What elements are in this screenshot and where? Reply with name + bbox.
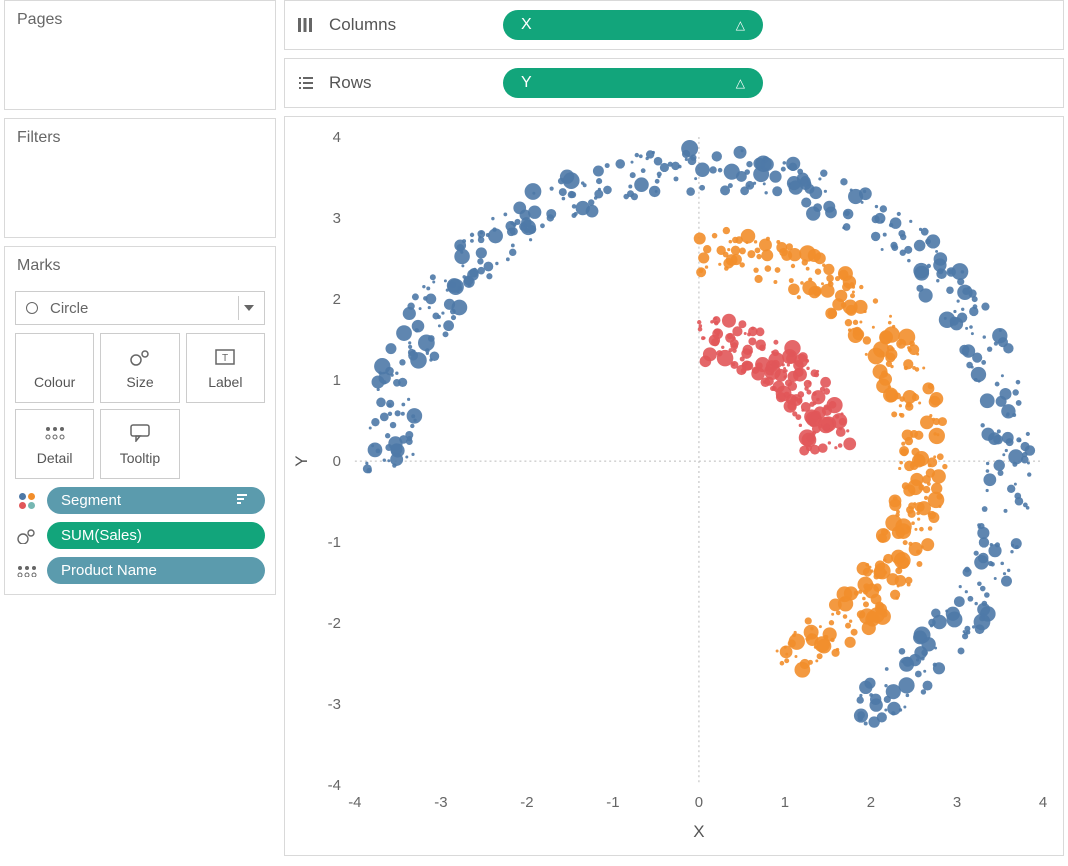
pages-panel: Pages [4, 0, 276, 110]
columns-shelf[interactable]: Columns X △ [284, 0, 1064, 50]
scatter-chart[interactable]: -4 -3 -2 -1 0 1 2 3 4 -4 -3 -2 -1 0 1 2 3 4 X Y [285, 117, 1063, 855]
size-card[interactable]: Size [100, 333, 179, 403]
columns-field-pill[interactable]: X △ [503, 10, 763, 40]
size-label: Size [126, 374, 153, 390]
chevron-down-icon [238, 296, 258, 320]
rows-field-label: Y [521, 74, 532, 92]
filters-panel: Filters [4, 118, 276, 238]
svg-text:-1: -1 [606, 794, 619, 811]
columns-label: Columns [329, 15, 489, 35]
rows-shelf[interactable]: Rows Y △ [284, 58, 1064, 108]
svg-text:2: 2 [333, 291, 341, 308]
columns-field-label: X [521, 16, 532, 34]
marks-panel: Marks Circle Colour [4, 246, 276, 595]
label-card[interactable]: T Label [186, 333, 265, 403]
svg-text:X: X [693, 822, 704, 841]
svg-text:-2: -2 [328, 615, 341, 632]
svg-text:1: 1 [333, 372, 341, 389]
size-field-pill[interactable]: SUM(Sales) [47, 522, 265, 549]
detail-label: Detail [37, 450, 73, 466]
columns-icon [295, 17, 315, 33]
colour-field-label: Segment [61, 492, 121, 509]
rows-icon [295, 75, 315, 91]
svg-text:2: 2 [867, 794, 875, 811]
tooltip-label: Tooltip [120, 450, 160, 466]
label-icon: T [214, 346, 236, 368]
colour-card[interactable]: Colour [15, 333, 94, 403]
delta-icon: △ [736, 76, 745, 90]
svg-text:-4: -4 [328, 777, 341, 794]
colour-field-pill[interactable]: Segment [47, 487, 265, 514]
svg-text:1: 1 [781, 794, 789, 811]
svg-text:-1: -1 [328, 534, 341, 551]
svg-text:-4: -4 [348, 794, 361, 811]
pages-title: Pages [5, 1, 275, 39]
tooltip-card[interactable]: Tooltip [100, 409, 179, 479]
svg-text:-3: -3 [328, 696, 341, 713]
filters-title: Filters [5, 119, 275, 157]
svg-text:-2: -2 [520, 794, 533, 811]
colour-label: Colour [34, 374, 75, 390]
marks-title: Marks [5, 247, 275, 285]
detail-field-label: Product Name [61, 562, 157, 579]
svg-text:3: 3 [953, 794, 961, 811]
svg-text:T: T [222, 353, 228, 364]
sort-icon [237, 492, 251, 509]
rows-field-pill[interactable]: Y △ [503, 68, 763, 98]
detail-card[interactable]: Detail [15, 409, 94, 479]
mark-type-label: Circle [50, 300, 88, 317]
tooltip-icon [129, 422, 151, 444]
size-icon [129, 346, 151, 368]
colour-icon [44, 346, 66, 368]
detail-field-pill[interactable]: Product Name [47, 557, 265, 584]
detail-icon [44, 422, 66, 444]
chart-panel: -4 -3 -2 -1 0 1 2 3 4 -4 -3 -2 -1 0 1 2 3 4 X Y [284, 116, 1064, 856]
rows-label: Rows [329, 73, 489, 93]
label-label: Label [208, 374, 242, 390]
mark-type-dropdown[interactable]: Circle [15, 291, 265, 325]
size-icon [15, 528, 39, 544]
size-field-label: SUM(Sales) [61, 527, 142, 544]
colour-icon [15, 493, 39, 509]
svg-text:0: 0 [333, 453, 341, 470]
svg-text:4: 4 [1039, 794, 1047, 811]
svg-text:0: 0 [695, 794, 703, 811]
svg-text:4: 4 [333, 129, 341, 146]
delta-icon: △ [736, 18, 745, 32]
circle-icon [26, 302, 38, 314]
svg-text:3: 3 [333, 210, 341, 227]
svg-text:Y: Y [292, 455, 311, 466]
detail-icon [15, 565, 39, 577]
svg-text:-3: -3 [434, 794, 447, 811]
